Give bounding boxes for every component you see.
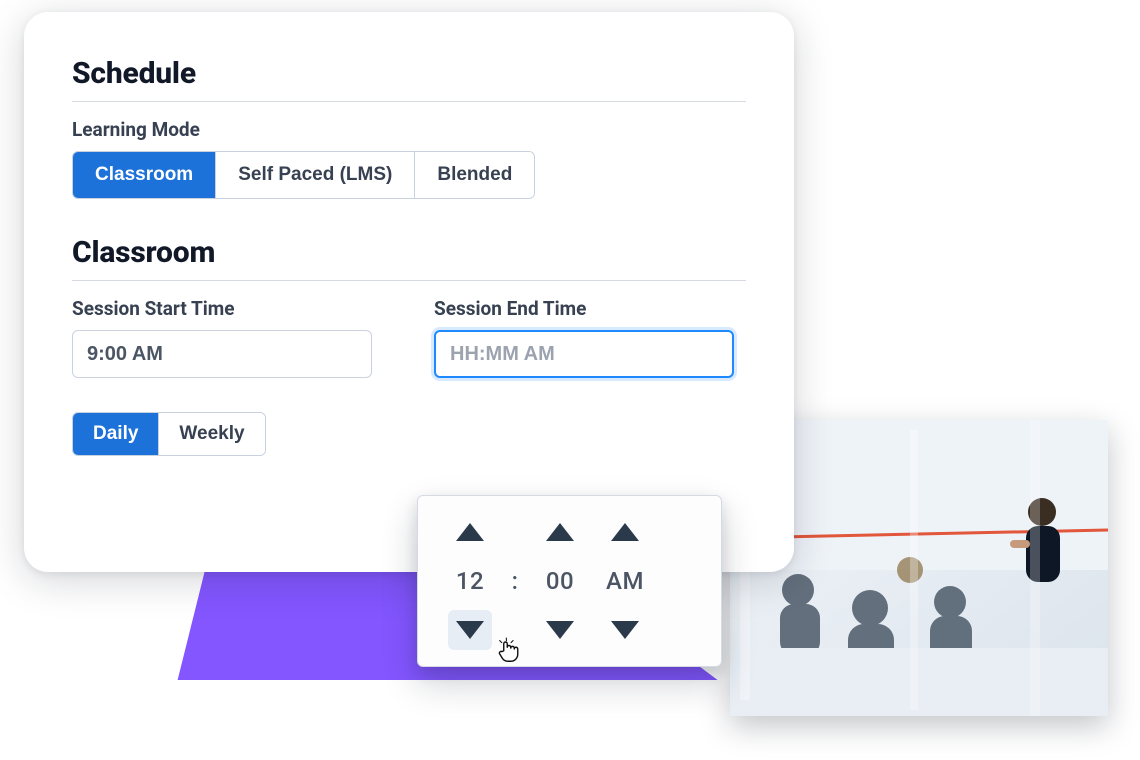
minute-down-button[interactable]: [538, 610, 582, 650]
frequency-segmented: Daily Weekly: [72, 412, 266, 456]
session-end-label: Session End Time: [434, 297, 734, 320]
minute-up-button[interactable]: [538, 512, 582, 552]
time-picker-popover: 12 : 00 AM: [417, 495, 722, 667]
learning-mode-label: Learning Mode: [72, 118, 746, 141]
meridiem-down-button[interactable]: [603, 610, 647, 650]
frequency-daily-button[interactable]: Daily: [73, 413, 159, 455]
schedule-card: Schedule Learning Mode Classroom Self Pa…: [24, 12, 794, 572]
picker-meridiem: AM: [606, 567, 644, 595]
schedule-title: Schedule: [72, 56, 746, 102]
chevron-up-icon: [456, 523, 484, 541]
picker-separator: :: [512, 567, 519, 595]
chevron-down-icon: [611, 621, 639, 639]
mode-selfpaced-button[interactable]: Self Paced (LMS): [216, 152, 415, 198]
hour-down-button[interactable]: [448, 610, 492, 650]
learning-mode-segmented: Classroom Self Paced (LMS) Blended: [72, 151, 535, 199]
mode-classroom-button[interactable]: Classroom: [73, 152, 216, 198]
frequency-weekly-button[interactable]: Weekly: [159, 413, 264, 455]
chevron-up-icon: [611, 523, 639, 541]
session-start-input[interactable]: [72, 330, 372, 378]
session-start-label: Session Start Time: [72, 297, 372, 320]
meridiem-up-button[interactable]: [603, 512, 647, 552]
chevron-up-icon: [546, 523, 574, 541]
picker-hour: 12: [456, 567, 484, 595]
mode-blended-button[interactable]: Blended: [415, 152, 534, 198]
chevron-down-icon: [546, 621, 574, 639]
chevron-down-icon: [456, 621, 484, 639]
hour-up-button[interactable]: [448, 512, 492, 552]
session-end-input[interactable]: [434, 330, 734, 378]
classroom-title: Classroom: [72, 235, 746, 281]
picker-minute: 00: [546, 567, 574, 595]
